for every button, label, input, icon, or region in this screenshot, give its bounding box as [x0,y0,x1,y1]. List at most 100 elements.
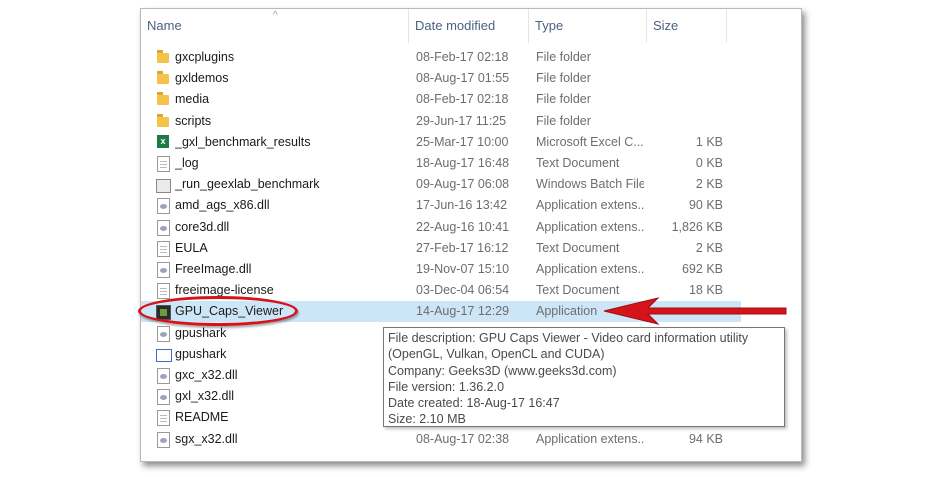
file-type: Application extens... [536,198,644,213]
file-name: gxldemos [175,71,229,86]
column-header-size-label: Size [653,18,679,33]
file-info-tooltip: File description: GPU Caps Viewer - Vide… [383,327,785,427]
column-header-date-label: Date modified [415,18,496,33]
folder-icon [157,71,169,85]
file-row[interactable]: _log 18-Aug-17 16:48 Text Document 0 KB [141,153,741,174]
file-row[interactable]: core3d.dll 22-Aug-16 10:41 Application ext… [141,217,741,238]
file-date-modified: 27-Feb-17 16:12 [416,240,509,255]
file-size: 1,826 KB [671,219,723,234]
tooltip-created: Date created: 18-Aug-17 16:47 [388,396,560,411]
file-row[interactable]: scripts 29-Jun-17 11:25 File folder [141,111,741,132]
text-document-icon [157,283,170,300]
dll-icon [157,262,170,278]
file-date-modified: 14-Aug-17 12:29 [416,304,510,319]
file-name: gxl_x32.dll [175,389,235,404]
file-date-modified: 08-Aug-17 01:55 [416,71,510,86]
file-type: Text Document [536,240,620,255]
file-row[interactable]: gxldemos 08-Aug-17 01:55 File folder [141,68,741,89]
text-document-icon [157,156,170,172]
column-header-name-label: Name [147,18,182,33]
file-name: core3d.dll [175,219,230,234]
file-row[interactable]: FreeImage.dll 19-Nov-07 15:10 Application … [141,259,741,280]
file-date-modified: 08-Feb-17 02:18 [416,50,509,64]
folder-icon [157,50,169,63]
file-type: Application extens... [536,262,644,276]
column-header-date[interactable]: Date modified [409,9,529,43]
file-row[interactable]: _run_geexlab_benchmark 09-Aug-17 06:08 Win… [141,174,741,195]
file-date-modified: 25-Mar-17 10:00 [416,134,509,149]
file-type: Text Document [536,156,620,170]
text-document-icon [157,410,170,427]
file-size: 2 KB [695,240,723,255]
file-type: Application extens... [536,431,644,446]
text-document-icon [157,240,170,257]
dll-icon [157,431,170,448]
dll-icon [157,198,170,215]
file-size: 1 KB [695,134,723,149]
file-size: 692 KB [681,262,723,276]
file-name: README [175,410,229,425]
file-type: Application extens... [536,219,644,234]
column-header-name[interactable]: Name ^ [141,9,409,43]
column-header-type-label: Type [535,18,564,33]
file-row[interactable]: amd_ags_x86.dll 17-Jun-16 13:42 Applicatio… [141,195,741,216]
file-row[interactable]: x _gxl_benchmark_results 25-Mar-17 10:00 Mi… [141,132,741,153]
file-size: 0 KB [695,156,723,170]
tooltip-description: File description: GPU Caps Viewer - Vide… [388,331,749,362]
file-size [653,111,723,132]
red-arrow-annotation [603,297,787,325]
folder-icon [157,113,169,127]
file-row[interactable]: gxcplugins 08-Feb-17 02:18 File folder [141,47,741,68]
file-date-modified: 09-Aug-17 06:08 [416,177,510,192]
batch-file-icon [156,179,171,194]
dll-icon [157,219,170,236]
sort-ascending-icon: ^ [273,10,278,21]
file-date-modified: 29-Jun-17 11:25 [416,113,507,128]
file-name: EULA [175,240,208,255]
folder-icon [157,92,169,106]
excel-icon: x [157,134,169,148]
file-row[interactable]: media 08-Feb-17 02:18 File folder [141,89,741,110]
file-name: media [175,92,210,107]
file-name: _run_geexlab_benchmark [175,177,320,192]
file-row[interactable]: sgx_x32.dll 08-Aug-17 02:38 Application ex… [141,429,741,450]
file-name: sgx_x32.dll [175,431,238,446]
file-type: File folder [536,113,591,128]
column-header-size[interactable]: Size [647,9,727,43]
file-date-modified: 19-Nov-07 15:10 [416,262,510,276]
file-size [653,68,723,89]
column-header-type[interactable]: Type [529,9,647,43]
file-size [653,47,723,68]
red-highlight-ellipse [138,296,298,326]
file-date-modified: 22-Aug-16 10:41 [416,219,510,234]
file-name: gxc_x32.dll [175,368,238,382]
file-size: 94 KB [688,431,723,446]
file-name: _log [175,156,199,170]
file-date-modified: 08-Feb-17 02:18 [416,92,509,107]
file-row[interactable]: EULA 27-Feb-17 16:12 Text Document 2 KB [141,238,741,259]
file-date-modified: 03-Dec-04 06:54 [416,283,510,298]
file-size: 90 KB [688,198,723,213]
file-name: gpushark [175,346,227,361]
file-size [653,89,723,110]
file-name: amd_ags_x86.dll [175,198,270,213]
file-type: File folder [536,71,591,86]
file-type: File folder [536,50,591,64]
file-type: Microsoft Excel C... [536,134,644,149]
file-type: Windows Batch File [536,177,644,192]
file-name: scripts [175,113,212,128]
tooltip-company: Company: Geeks3D (www.geeks3d.com) [388,363,617,378]
file-date-modified: 08-Aug-17 02:38 [416,431,510,446]
file-name: _gxl_benchmark_results [175,134,311,149]
file-name: gxcplugins [175,50,235,64]
column-header-bar: Name ^ Date modified Type Size [141,9,801,43]
file-size: 2 KB [695,177,723,192]
dll-icon [157,325,170,342]
file-date-modified: 17-Jun-16 13:42 [416,198,508,213]
file-type: File folder [536,92,591,107]
dll-icon [157,389,170,406]
tooltip-version: File version: 1.36.2.0 [388,379,505,394]
tooltip-size: Size: 2.10 MB [388,412,466,427]
file-name: FreeImage.dll [175,262,252,276]
window-icon [156,348,172,362]
